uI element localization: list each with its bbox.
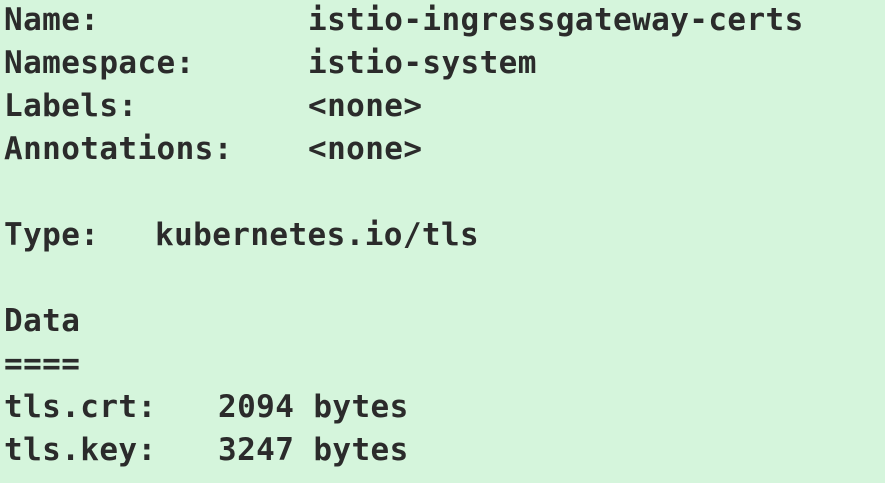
namespace-line: Namespace: istio-system — [4, 42, 885, 85]
name-label: Name: — [4, 2, 100, 38]
terminal-output: Name: istio-ingressgateway-certs Namespac… — [0, 0, 885, 482]
data-item-key: tls.key: — [4, 432, 157, 468]
name-value: istio-ingressgateway-certs — [308, 2, 804, 38]
data-item-key: tls.crt: — [4, 389, 157, 425]
secret-description: Name: istio-ingressgateway-certs Namespac… — [4, 0, 885, 472]
namespace-value: istio-system — [308, 45, 537, 81]
type-label: Type: — [4, 217, 100, 253]
labels-value: <none> — [308, 88, 423, 124]
data-item-value: 3247 bytes — [218, 432, 409, 468]
namespace-label: Namespace: — [4, 45, 195, 81]
annotations-line: Annotations: <none> — [4, 128, 885, 171]
data-item-value: 2094 bytes — [218, 389, 409, 425]
annotations-label: Annotations: — [4, 131, 233, 167]
data-item-tls-key: tls.key: 3247 bytes — [4, 429, 885, 472]
labels-line: Labels: <none> — [4, 85, 885, 128]
type-line: Type: kubernetes.io/tls — [4, 214, 885, 257]
data-separator: ==== — [4, 346, 81, 382]
data-item-tls-crt: tls.crt: 2094 bytes — [4, 386, 885, 429]
name-line: Name: istio-ingressgateway-certs — [4, 0, 885, 42]
annotations-value: <none> — [308, 131, 423, 167]
type-value: kubernetes.io/tls — [155, 217, 480, 253]
data-heading: Data — [4, 303, 81, 339]
labels-label: Labels: — [4, 88, 138, 124]
